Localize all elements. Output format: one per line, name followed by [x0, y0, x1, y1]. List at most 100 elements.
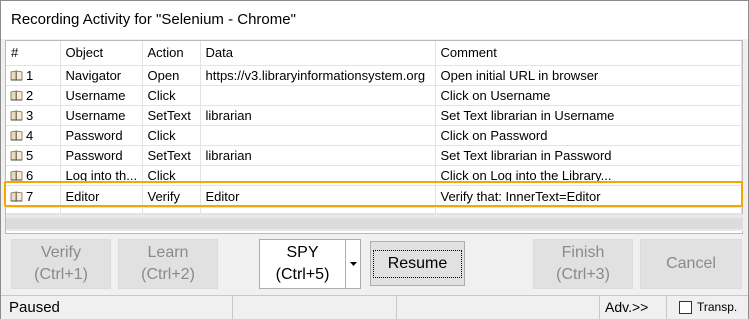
cell-action: SetText: [142, 145, 201, 166]
cell-data: https://v3.libraryinformationsystem.org: [200, 65, 436, 86]
cell-object: Username: [60, 105, 143, 126]
book-icon: [10, 191, 23, 202]
cancel-button-label: Cancel: [666, 255, 716, 272]
step-number: 6: [26, 167, 34, 183]
step-number: 5: [26, 147, 34, 163]
spy-button-label: SPY: [286, 244, 319, 261]
column-header-data[interactable]: Data: [200, 41, 436, 66]
cell-number: 6: [6, 165, 61, 186]
empty-cell: [6, 207, 61, 214]
cell-comment: Click on Log into the Library...: [435, 165, 742, 186]
finish-button-label: Finish: [561, 244, 605, 261]
step-number: 1: [26, 67, 34, 83]
cell-object: Password: [60, 145, 143, 166]
cell-comment: Verify that: InnerText=Editor: [435, 185, 742, 208]
empty-cell: [60, 207, 143, 214]
cell-data: librarian: [200, 105, 436, 126]
cell-object: Password: [60, 125, 143, 146]
book-icon: [10, 110, 23, 121]
book-icon: [10, 150, 23, 161]
column-header-action[interactable]: Action: [142, 41, 201, 66]
table-row[interactable]: 4 Password Click Click on Password: [6, 125, 742, 146]
cell-action: Open: [142, 65, 201, 86]
empty-row: [6, 207, 742, 214]
finish-button-shortcut: (Ctrl+3): [556, 266, 610, 283]
status-text: Paused: [1, 296, 233, 319]
verify-button-label: Verify: [40, 244, 81, 261]
cell-number: 1: [6, 65, 61, 86]
cell-action: SetText: [142, 105, 201, 126]
cell-number: 3: [6, 105, 61, 126]
book-icon: [10, 70, 23, 81]
step-number: 3: [26, 107, 34, 123]
spy-button[interactable]: SPY (Ctrl+5): [259, 239, 346, 289]
cell-action: Click: [142, 165, 201, 186]
learn-button[interactable]: Learn (Ctrl+2): [118, 239, 218, 289]
status-bar: Paused Adv.>> Transp.: [1, 295, 748, 319]
table-row[interactable]: 7 Editor Verify Editor Verify that: InnerTex…: [6, 185, 742, 208]
cell-data: [200, 165, 436, 186]
scrollbar-thumb[interactable]: [6, 218, 743, 229]
cell-object: Editor: [60, 185, 143, 208]
cell-action: Verify: [142, 185, 201, 208]
transparent-label: Transp.: [697, 300, 738, 314]
learn-button-label: Learn: [147, 244, 189, 261]
book-icon: [10, 90, 23, 101]
dropdown-arrow-icon: [349, 262, 357, 266]
resume-button-label: Resume: [372, 249, 463, 278]
step-number: 7: [26, 188, 34, 204]
step-number: 2: [26, 87, 34, 103]
cell-comment: Click on Username: [435, 85, 742, 106]
steps-grid[interactable]: # Object Action Data Comment 1 Navigator O…: [5, 40, 743, 234]
cancel-button[interactable]: Cancel: [640, 239, 742, 289]
empty-cell: [142, 207, 201, 214]
window-title: Recording Activity for "Selenium - Chrom…: [1, 1, 748, 39]
steps-table-body: 1 Navigator Open https://v3.libraryinformat…: [6, 65, 742, 214]
finish-button[interactable]: Finish (Ctrl+3): [533, 239, 633, 289]
verify-button[interactable]: Verify (Ctrl+1): [11, 239, 111, 289]
cell-comment: Set Text librarian in Username: [435, 105, 742, 126]
steps-table: # Object Action Data Comment 1 Navigator O…: [6, 41, 742, 214]
column-header-object[interactable]: Object: [60, 41, 143, 66]
recording-activity-window: Recording Activity for "Selenium - Chrom…: [0, 0, 749, 319]
cell-number: 7: [6, 185, 61, 208]
empty-cell: [435, 207, 742, 214]
transparent-toggle[interactable]: Transp.: [675, 296, 748, 319]
empty-cell: [200, 207, 436, 214]
cell-data: [200, 125, 436, 146]
cell-data: Editor: [200, 185, 436, 208]
spy-button-shortcut: (Ctrl+5): [275, 266, 330, 283]
cell-number: 5: [6, 145, 61, 166]
cell-action: Click: [142, 125, 201, 146]
table-row[interactable]: 6 Log into th... Click Click on Log into th…: [6, 165, 742, 186]
learn-button-shortcut: (Ctrl+2): [141, 266, 195, 283]
table-row[interactable]: 2 Username Click Click on Username: [6, 85, 742, 106]
cell-comment: Open initial URL in browser: [435, 65, 742, 86]
horizontal-scrollbar[interactable]: [6, 214, 743, 231]
cell-action: Click: [142, 85, 201, 106]
column-header-number[interactable]: #: [6, 41, 61, 66]
cell-comment: Set Text librarian in Password: [435, 145, 742, 166]
book-icon: [10, 170, 23, 181]
verify-button-shortcut: (Ctrl+1): [34, 266, 88, 283]
column-header-comment[interactable]: Comment: [435, 41, 742, 66]
table-row[interactable]: 3 Username SetText librarian Set Text librar…: [6, 105, 742, 126]
cell-number: 2: [6, 85, 61, 106]
cell-data: [200, 85, 436, 106]
resume-button[interactable]: Resume: [370, 241, 465, 286]
cell-object: Navigator: [60, 65, 143, 86]
status-panel-2: [233, 296, 397, 319]
cell-object: Username: [60, 85, 143, 106]
transparent-checkbox[interactable]: [679, 301, 692, 314]
step-number: 4: [26, 127, 34, 143]
table-row[interactable]: 5 Password SetText librarian Set Text librar…: [6, 145, 742, 166]
cell-number: 4: [6, 125, 61, 146]
cell-object: Log into th...: [60, 165, 143, 186]
cell-comment: Click on Password: [435, 125, 742, 146]
spy-dropdown-button[interactable]: [345, 239, 361, 289]
table-row[interactable]: 1 Navigator Open https://v3.libraryinformat…: [6, 65, 742, 86]
advanced-toggle[interactable]: Adv.>>: [599, 296, 667, 319]
header-row: # Object Action Data Comment: [6, 41, 742, 66]
book-icon: [10, 130, 23, 141]
cell-data: librarian: [200, 145, 436, 166]
